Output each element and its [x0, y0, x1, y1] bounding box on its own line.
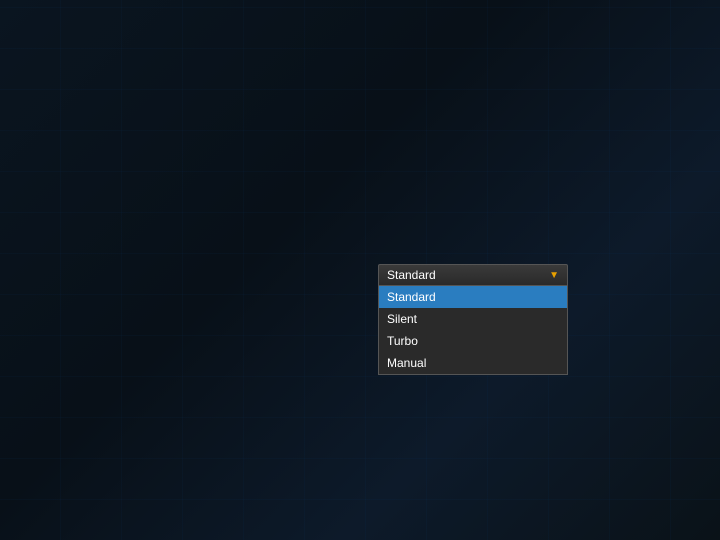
- cpu-fan-profile-value: Standard ▼ Standard Silent Turbo Manual: [378, 264, 578, 286]
- cpu-fan-profile-options: Standard Silent Turbo Manual: [378, 286, 568, 375]
- option-standard[interactable]: Standard: [379, 286, 567, 308]
- cpu-fan-profile-dropdown[interactable]: Standard ▼: [378, 264, 568, 286]
- bg-circuit: [0, 0, 720, 540]
- main-container: /ASUS UEFI BIOS Utility – Advanced Mode …: [0, 0, 720, 540]
- option-manual[interactable]: Manual: [379, 352, 567, 374]
- chevron-down-icon: ▼: [549, 270, 559, 281]
- option-silent[interactable]: Silent: [379, 308, 567, 330]
- option-turbo[interactable]: Turbo: [379, 330, 567, 352]
